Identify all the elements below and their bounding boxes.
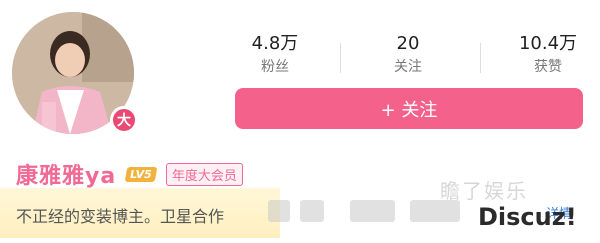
following-label: 关注	[394, 59, 422, 75]
profile-name: 康雅雅ya	[16, 164, 117, 189]
stat-divider	[480, 43, 481, 73]
avatar-container[interactable]: 大	[12, 12, 138, 134]
follow-button-label: + 关注	[380, 99, 438, 121]
stats-bar: 4.8万 粉丝 20 关注 10.4万 获赞	[200, 33, 600, 81]
stat-following[interactable]: 20 关注	[348, 33, 468, 76]
watermark-faint: 瞻了娱乐	[440, 179, 528, 203]
stat-divider	[340, 43, 341, 73]
follow-button[interactable]: + 关注	[235, 88, 583, 129]
level-badge-icon: 大	[110, 106, 138, 134]
stat-likes[interactable]: 10.4万 获赞	[488, 33, 600, 76]
followers-count: 4.8万	[251, 33, 299, 54]
followers-label: 粉丝	[261, 59, 289, 75]
profile-bio: 不正经的变装博主。卫星合作	[16, 207, 225, 226]
likes-label: 获赞	[534, 59, 562, 75]
vip-badge[interactable]: 年度大会员	[165, 162, 243, 186]
blurred-text	[300, 200, 324, 222]
blurred-text	[268, 200, 290, 222]
profile-name-row: 康雅雅ya LV5 年度大会员	[16, 160, 243, 189]
following-count: 20	[396, 33, 420, 54]
stat-followers[interactable]: 4.8万 粉丝	[215, 33, 335, 76]
watermark: Discuz!	[478, 203, 577, 231]
level-tag: LV5	[124, 166, 158, 182]
likes-count: 10.4万	[518, 33, 578, 54]
blurred-text	[350, 200, 395, 222]
